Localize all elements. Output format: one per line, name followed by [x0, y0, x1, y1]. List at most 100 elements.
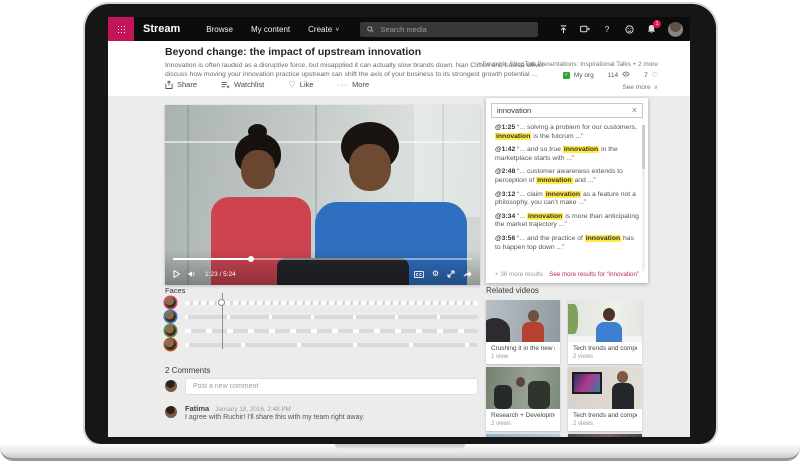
related-video-title: Crushing it in the new mar...: [491, 345, 555, 352]
eye-icon: [622, 71, 630, 79]
org-badge-label: My org: [574, 72, 594, 79]
video-thumbnail: [486, 367, 560, 409]
transcript-result[interactable]: @1:42 “... and so true innovation in the…: [495, 146, 639, 163]
ellipsis-icon: ···: [338, 80, 349, 89]
fullscreen-button[interactable]: [447, 270, 455, 278]
nav-item-create[interactable]: Create ∨: [308, 25, 339, 34]
top-nav: Stream Browse My content Create ∨ ?: [108, 17, 690, 41]
page-title: Beyond change: the impact of upstream in…: [165, 46, 421, 58]
related-video-title: Tech trends and competitiv...: [573, 345, 637, 352]
search-icon: [366, 24, 376, 34]
comment-date: January 18, 2016, 2:48 PM: [215, 406, 291, 413]
related-video-views: 1 view: [491, 354, 555, 360]
comment-input[interactable]: [185, 378, 478, 395]
scrollbar[interactable]: [642, 125, 645, 271]
user-avatar[interactable]: [668, 22, 683, 37]
transcript-result[interactable]: @3:34 “... innovation is more than antic…: [495, 213, 639, 230]
face-avatar[interactable]: [165, 297, 176, 308]
nav-item-my-content[interactable]: My content: [251, 25, 290, 34]
like-button[interactable]: ♡ Like: [288, 79, 313, 90]
seek-handle[interactable]: [248, 256, 254, 262]
video-player[interactable]: 1:23 / 5:24 ⚙: [165, 105, 480, 285]
related-video-views: 2 views: [491, 421, 555, 427]
video-thumbnail: [486, 434, 560, 437]
upload-icon[interactable]: [558, 24, 568, 34]
seek-bar[interactable]: [173, 258, 472, 260]
transcript-search-input[interactable]: [497, 106, 628, 115]
transcript-search-panel: × @1:25 “... solving a problem for our c…: [486, 98, 648, 283]
transcript-result[interactable]: @3:12 “... claim innovation as a feature…: [495, 191, 639, 208]
highlighted-term: innovation: [536, 177, 572, 184]
face-avatar[interactable]: [165, 311, 176, 322]
more-button[interactable]: ··· More: [338, 80, 370, 89]
settings-gear-icon[interactable]: ⚙: [432, 270, 439, 278]
found-in-channels[interactable]: Found in ShopTalk Presentations: Inspira…: [483, 61, 658, 68]
see-more-results-link[interactable]: See more results for “innovation”: [549, 271, 639, 278]
face-timeline[interactable]: [185, 315, 478, 319]
face-avatar[interactable]: [165, 325, 176, 336]
transcript-result[interactable]: @1:25 “... solving a problem for our cus…: [495, 124, 639, 141]
related-video-card[interactable]: Tech trends and competitiv... 2 views: [568, 367, 642, 431]
search-input[interactable]: [381, 25, 532, 34]
related-videos-heading: Related videos: [486, 286, 539, 295]
feedback-smiley-icon[interactable]: [624, 24, 634, 34]
face-timeline[interactable]: [185, 343, 478, 347]
highlighted-term: innovation: [527, 213, 563, 220]
close-icon[interactable]: ×: [632, 106, 637, 115]
app-title: Stream: [143, 23, 180, 35]
related-video-title: Tech trends and competitiv...: [573, 412, 637, 419]
heart-icon: ♡: [652, 71, 658, 79]
related-video-views: 2 views: [573, 354, 637, 360]
highlighted-term: innovation: [585, 235, 621, 242]
related-video-card[interactable]: Crushing it in the new mar... 1 view: [486, 300, 560, 364]
faces-heading: Faces: [165, 286, 185, 295]
highlighted-term: innovation: [545, 191, 581, 198]
video-thumbnail: [568, 434, 642, 437]
face-timeline[interactable]: [185, 301, 478, 305]
related-video-card[interactable]: [568, 434, 642, 437]
related-video-title: Research + Development: [491, 412, 555, 419]
related-video-views: 2 views: [573, 421, 637, 427]
action-bar: Share Watchlist ♡ Like ··· More: [165, 79, 369, 90]
transcript-result[interactable]: @2:48 “... customer awareness extends to…: [495, 168, 639, 185]
face-avatar[interactable]: [165, 339, 176, 350]
captions-button[interactable]: [414, 271, 424, 278]
volume-icon[interactable]: [188, 270, 197, 278]
highlighted-term: innovation: [495, 133, 531, 140]
video-header: Beyond change: the impact of upstream in…: [108, 41, 690, 96]
share-icon: [165, 80, 173, 89]
share-button[interactable]: Share: [165, 80, 197, 89]
like-count: 7: [644, 72, 648, 79]
face-timeline[interactable]: [185, 329, 478, 333]
commenter-name[interactable]: Fatima: [185, 404, 209, 413]
video-thumbnail: [568, 367, 642, 409]
main-content: 1:23 / 5:24 ⚙ ×: [108, 96, 690, 437]
play-button[interactable]: [173, 270, 180, 278]
laptop-notch: [335, 444, 465, 450]
transcript-result[interactable]: @3:56 “... and the practice of innovatio…: [495, 235, 639, 252]
search-box[interactable]: [360, 22, 538, 37]
time-display: 1:23 / 5:24: [205, 271, 236, 278]
heart-icon: ♡: [288, 79, 296, 90]
comments-heading: 2 Comments: [165, 366, 210, 375]
comment-text: I agree with Ruchir! I'll share this wit…: [185, 414, 364, 421]
next-share-icon[interactable]: [463, 270, 472, 278]
waffle-icon: [117, 25, 126, 34]
watchlist-button[interactable]: Watchlist: [221, 80, 264, 89]
help-icon[interactable]: ?: [602, 24, 612, 34]
related-video-card[interactable]: [486, 434, 560, 437]
app-launcher-button[interactable]: [108, 17, 134, 41]
nav-links: Browse My content Create ∨: [206, 25, 339, 34]
video-camera-icon[interactable]: [580, 24, 590, 34]
see-more-toggle[interactable]: See more ∨: [622, 84, 658, 91]
related-video-card[interactable]: Tech trends and competitiv... 2 views: [568, 300, 642, 364]
timeline-playhead-marker[interactable]: [218, 299, 225, 306]
nav-item-browse[interactable]: Browse: [206, 25, 233, 34]
notifications-button[interactable]: 1: [646, 24, 656, 34]
related-video-card[interactable]: Research + Development 2 views: [486, 367, 560, 431]
video-thumbnail: [568, 300, 642, 342]
transcript-search-box[interactable]: ×: [491, 103, 643, 118]
transcript-results: @1:25 “... solving a problem for our cus…: [486, 122, 648, 252]
current-user-avatar: [165, 380, 177, 392]
scrollbar-thumb[interactable]: [642, 125, 645, 169]
